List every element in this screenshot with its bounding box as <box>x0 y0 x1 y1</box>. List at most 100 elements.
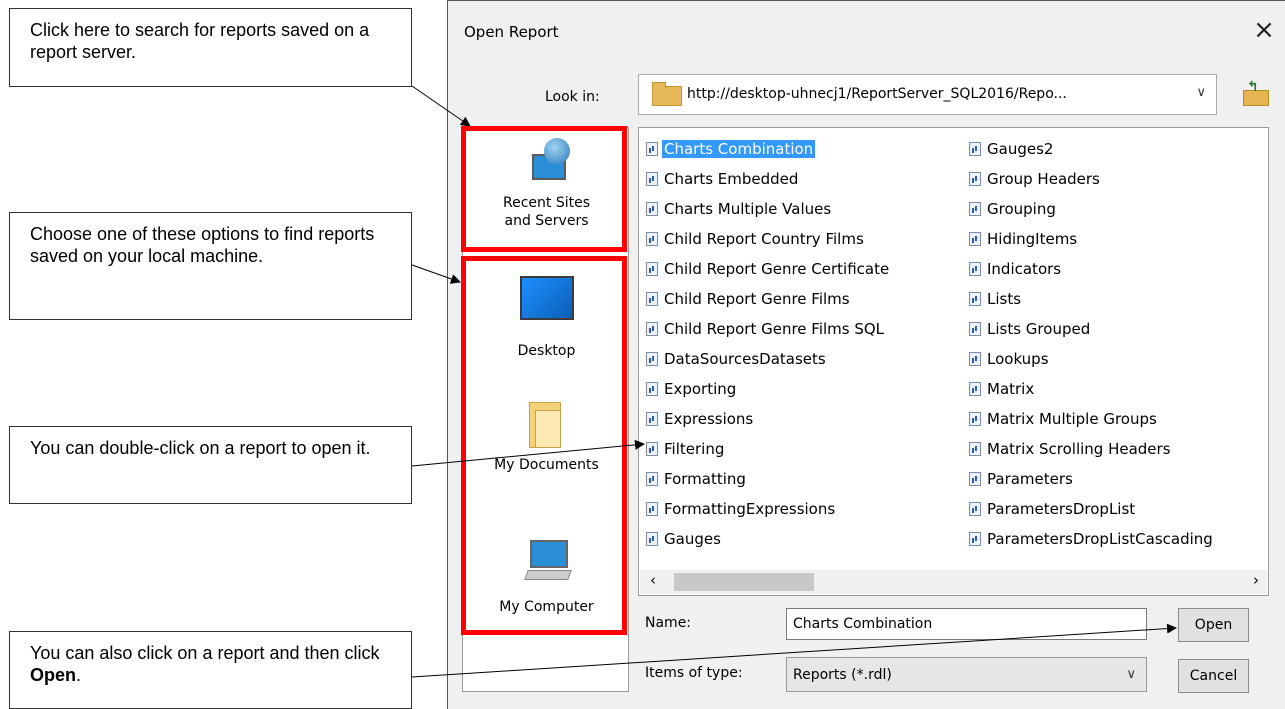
file-name: Gauges <box>664 530 721 548</box>
file-item[interactable]: Matrix Scrolling Headers <box>969 434 1213 464</box>
file-item[interactable]: Child Report Genre Certificate <box>646 254 889 284</box>
callout-text: Choose one of these options to find repo… <box>30 224 375 266</box>
chevron-down-icon[interactable]: ∨ <box>1196 85 1206 100</box>
file-item[interactable]: Lookups <box>969 344 1213 374</box>
file-item[interactable]: Charts Multiple Values <box>646 194 889 224</box>
file-name: DataSourcesDatasets <box>664 350 826 368</box>
file-name: Lists Grouped <box>987 320 1091 338</box>
file-item[interactable]: Matrix <box>969 374 1213 404</box>
file-name: Formatting <box>664 470 746 488</box>
callout-bold: Open <box>30 665 77 685</box>
report-file-icon <box>969 322 981 336</box>
look-in-label: Look in: <box>545 89 600 105</box>
look-in-combobox[interactable]: http://desktop-uhnecj1/ReportServer_SQL2… <box>638 74 1217 115</box>
file-item[interactable]: Grouping <box>969 194 1213 224</box>
report-file-icon <box>646 232 658 246</box>
file-item[interactable]: Charts Embedded <box>646 164 889 194</box>
file-column: Gauges2 Group Headers Grouping HidingItems I… <box>969 134 1213 554</box>
file-item[interactable]: Formatting <box>646 464 889 494</box>
chevron-down-icon[interactable]: ∨ <box>1126 667 1136 682</box>
report-file-icon <box>969 232 981 246</box>
file-name: Charts Multiple Values <box>664 200 832 218</box>
items-of-type-value: Reports (*.rdl) <box>793 667 892 683</box>
highlight-local-places <box>461 256 627 635</box>
open-button[interactable]: Open <box>1178 608 1249 642</box>
file-item[interactable]: Lists <box>969 284 1213 314</box>
file-item[interactable]: Child Report Genre Films SQL <box>646 314 889 344</box>
report-file-icon <box>646 352 658 366</box>
highlight-recent-sites <box>461 126 627 252</box>
file-name: Child Report Genre Certificate <box>664 260 890 278</box>
scroll-left-icon[interactable]: ‹ <box>650 571 656 589</box>
file-item[interactable]: ParametersDropList <box>969 494 1213 524</box>
report-file-icon <box>646 142 658 156</box>
items-of-type-label: Items of type: <box>645 665 743 681</box>
file-item[interactable]: Filtering <box>646 434 889 464</box>
file-name: Indicators <box>987 260 1062 278</box>
up-folder-icon[interactable]: ↰ <box>1241 79 1269 106</box>
file-item[interactable]: FormattingExpressions <box>646 494 889 524</box>
file-item[interactable]: Indicators <box>969 254 1213 284</box>
callout-text: You can double-click on a report to open… <box>30 438 371 458</box>
file-column: Charts Combination Charts Embedded Charts … <box>646 134 889 554</box>
report-file-icon <box>646 292 658 306</box>
callout-search-server: Click here to search for reports saved o… <box>9 8 412 87</box>
file-list[interactable]: Charts Combination Charts Embedded Charts … <box>638 127 1269 596</box>
report-file-icon <box>969 202 981 216</box>
callout-text: You can also click on a report and then … <box>30 643 380 663</box>
file-name: Child Report Country Films <box>664 230 864 248</box>
scroll-right-icon[interactable]: › <box>1253 571 1259 589</box>
report-file-icon <box>646 472 658 486</box>
file-name: HidingItems <box>987 230 1078 248</box>
cancel-button[interactable]: Cancel <box>1178 659 1249 693</box>
report-file-icon <box>969 502 981 516</box>
file-name: Group Headers <box>987 170 1100 188</box>
file-item[interactable]: Child Report Genre Films <box>646 284 889 314</box>
file-name: Child Report Genre Films <box>664 290 850 308</box>
report-file-icon <box>646 172 658 186</box>
file-item[interactable]: Matrix Multiple Groups <box>969 404 1213 434</box>
report-file-icon <box>646 412 658 426</box>
file-name: Parameters <box>987 470 1073 488</box>
look-in-value: http://desktop-uhnecj1/ReportServer_SQL2… <box>687 86 1067 102</box>
report-file-icon <box>646 322 658 336</box>
report-file-icon <box>646 262 658 276</box>
scroll-thumb[interactable] <box>674 573 814 591</box>
name-input[interactable]: Charts Combination <box>786 608 1147 640</box>
file-name: Matrix Multiple Groups <box>987 410 1157 428</box>
file-item[interactable]: Gauges <box>646 524 889 554</box>
report-file-icon <box>969 142 981 156</box>
file-name: Charts Embedded <box>664 170 799 188</box>
file-item[interactable]: Child Report Country Films <box>646 224 889 254</box>
horizontal-scrollbar[interactable]: ‹ › <box>640 570 1267 594</box>
dialog-title: Open Report <box>464 23 559 41</box>
close-icon[interactable]: × <box>1249 15 1279 45</box>
report-file-icon <box>969 412 981 426</box>
report-file-icon <box>969 532 981 546</box>
file-name: Filtering <box>664 440 725 458</box>
callout-text: Click here to search for reports saved o… <box>30 20 370 62</box>
report-file-icon <box>969 442 981 456</box>
file-name: ParametersDropList <box>987 500 1136 518</box>
file-item[interactable]: Expressions <box>646 404 889 434</box>
file-item[interactable]: Parameters <box>969 464 1213 494</box>
callout-click-open: You can also click on a report and then … <box>9 631 412 709</box>
file-item[interactable]: HidingItems <box>969 224 1213 254</box>
file-name: Lookups <box>987 350 1049 368</box>
file-name: Charts Combination <box>662 140 816 158</box>
report-file-icon <box>969 172 981 186</box>
callout-double-click: You can double-click on a report to open… <box>9 426 412 504</box>
file-item[interactable]: Gauges2 <box>969 134 1213 164</box>
file-name: Expressions <box>664 410 754 428</box>
file-item[interactable]: Group Headers <box>969 164 1213 194</box>
file-item[interactable]: Exporting <box>646 374 889 404</box>
report-file-icon <box>646 532 658 546</box>
file-name: Child Report Genre Films SQL <box>664 320 885 338</box>
items-of-type-select[interactable]: Reports (*.rdl) ∨ <box>786 657 1147 692</box>
report-file-icon <box>969 352 981 366</box>
file-item[interactable]: ParametersDropListCascading <box>969 524 1213 554</box>
file-item[interactable]: DataSourcesDatasets <box>646 344 889 374</box>
file-item[interactable]: Charts Combination <box>646 134 889 164</box>
file-item[interactable]: Lists Grouped <box>969 314 1213 344</box>
file-name: FormattingExpressions <box>664 500 836 518</box>
